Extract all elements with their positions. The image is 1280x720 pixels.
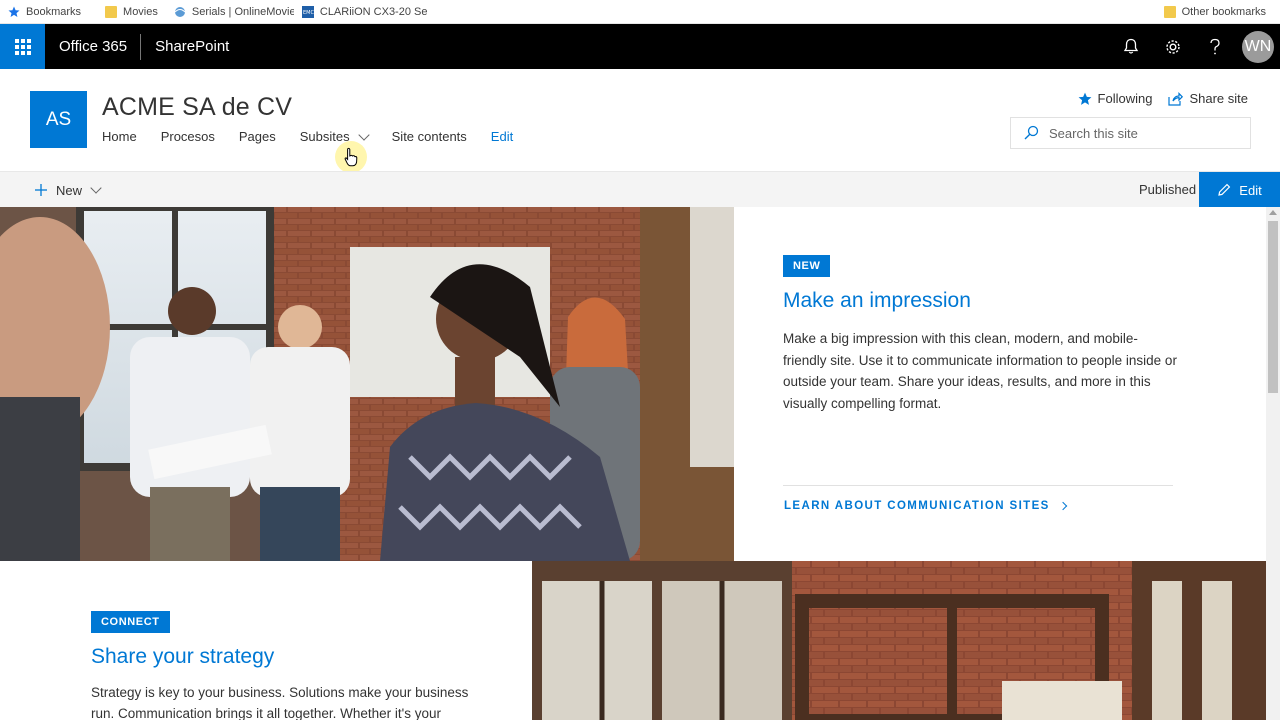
scrollbar-thumb[interactable] <box>1268 221 1278 393</box>
share-icon <box>1168 91 1184 106</box>
nav-procesos[interactable]: Procesos <box>161 129 215 144</box>
site-logo[interactable]: AS <box>30 91 87 148</box>
command-bar: New Published Edit <box>0 171 1280 208</box>
hero-badge: NEW <box>783 255 831 277</box>
site-favicon <box>174 6 186 17</box>
star-filled-icon <box>1078 92 1091 105</box>
sharepoint-label[interactable]: SharePoint <box>155 38 229 55</box>
pencil-icon <box>1218 183 1231 196</box>
edit-label: Edit <box>1239 182 1262 198</box>
gear-icon[interactable] <box>1152 24 1194 69</box>
other-bookmarks-label: Other bookmarks <box>1181 6 1266 18</box>
divider <box>783 485 1173 486</box>
bookmark-label: CLARiiON CX3-20 Se <box>319 5 428 18</box>
office365-brand[interactable]: Office 365 <box>59 33 142 60</box>
site-header: AS ACME SA de CV Home Procesos Pages Sub… <box>0 69 1280 173</box>
page-content: NEW Make an impression Make a big impres… <box>0 207 1266 720</box>
bookmark-label: Movies <box>123 5 158 18</box>
follow-label: Following <box>1097 91 1153 106</box>
nav-pages[interactable]: Pages <box>239 129 276 144</box>
bookmark-label: Serials | OnlineMovie <box>191 5 294 18</box>
bookmark-item-movies[interactable]: Movies <box>97 5 166 18</box>
search-input[interactable]: Search this site <box>1010 117 1251 149</box>
scroll-up-arrow-icon[interactable] <box>1269 210 1277 215</box>
emc-favicon: EMC <box>301 5 314 18</box>
strategy-title[interactable]: Share your strategy <box>91 645 491 669</box>
bookmarks-bar: Bookmarks Movies Serials | OnlineMovie E… <box>0 0 1280 24</box>
hero-card: NEW Make an impression Make a big impres… <box>783 255 1178 414</box>
vertical-scrollbar[interactable] <box>1266 207 1280 720</box>
app-launcher-icon[interactable] <box>0 24 45 69</box>
new-button[interactable]: New <box>34 172 102 208</box>
hero-image[interactable] <box>0 207 734 561</box>
learn-more-link[interactable]: LEARN ABOUT COMMUNICATION SITES <box>784 500 1067 512</box>
bookmark-item-bookmarks[interactable]: Bookmarks <box>0 6 89 18</box>
other-bookmarks[interactable]: Other bookmarks <box>1156 0 1274 24</box>
connect-badge: CONNECT <box>91 611 170 633</box>
hand-cursor-icon <box>344 147 358 167</box>
nav-home[interactable]: Home <box>102 129 137 144</box>
new-label: New <box>56 182 83 198</box>
star-icon <box>8 6 20 17</box>
search-icon <box>1024 125 1039 140</box>
bookmark-item-serials[interactable]: Serials | OnlineMovie <box>166 6 294 18</box>
bookmark-label: Bookmarks <box>26 5 82 18</box>
strategy-card: CONNECT Share your strategy Strategy is … <box>91 611 491 720</box>
edit-page-button[interactable]: Edit <box>1199 172 1280 208</box>
nav-edit-link[interactable]: Edit <box>491 129 513 144</box>
chevron-right-icon <box>1058 501 1067 511</box>
help-icon[interactable] <box>1194 24 1236 69</box>
bell-icon[interactable] <box>1110 24 1152 69</box>
bookmark-item-clariion[interactable]: EMC CLARiiON CX3-20 Se <box>294 5 430 18</box>
nav-subsites-label: Subsites <box>299 129 350 144</box>
header-actions: Following Share site <box>1078 91 1248 106</box>
avatar[interactable]: WN <box>1242 30 1274 63</box>
share-site-button[interactable]: Share site <box>1168 91 1248 106</box>
folder-icon <box>105 5 118 18</box>
strategy-description: Strategy is key to your business. Soluti… <box>91 685 469 720</box>
chevron-down-icon <box>90 182 102 194</box>
site-title[interactable]: ACME SA de CV <box>102 93 292 122</box>
strategy-image[interactable] <box>532 561 1266 720</box>
svg-text:EMC: EMC <box>303 10 314 16</box>
publish-status: Published <box>1139 182 1197 197</box>
site-nav: Home Procesos Pages Subsites Site conten… <box>102 128 537 144</box>
chevron-down-icon <box>357 128 370 141</box>
folder-icon <box>1163 6 1176 18</box>
nav-site-contents[interactable]: Site contents <box>392 129 467 144</box>
search-placeholder: Search this site <box>1049 125 1138 141</box>
share-label: Share site <box>1189 91 1248 106</box>
learn-more-label: LEARN ABOUT COMMUNICATION SITES <box>784 500 1050 512</box>
plus-icon <box>35 184 47 196</box>
follow-button[interactable]: Following <box>1078 91 1153 106</box>
hero-description: Make a big impression with this clean, m… <box>783 331 1177 411</box>
suite-bar: Office 365 SharePoint WN <box>0 24 1280 69</box>
hero-title[interactable]: Make an impression <box>783 289 1178 313</box>
